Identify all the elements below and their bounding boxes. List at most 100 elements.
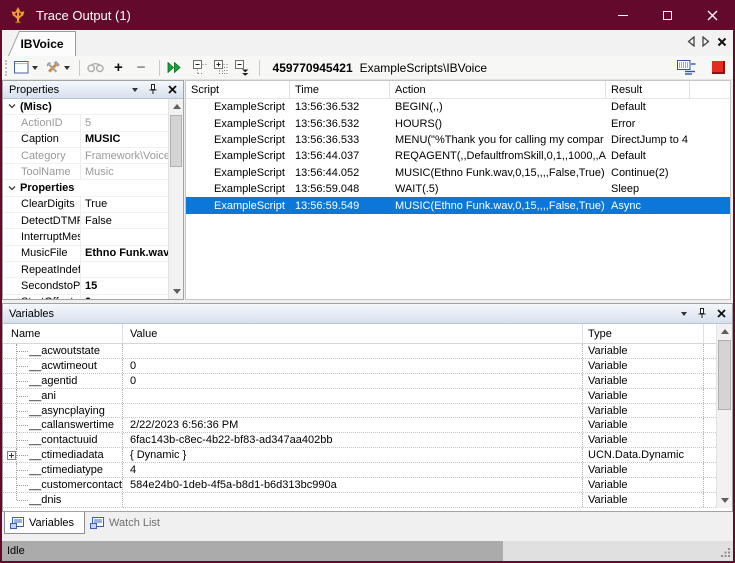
panel-menu-button[interactable] [132, 88, 138, 95]
column-header-script[interactable]: Script [186, 81, 290, 98]
close-button[interactable] [690, 0, 735, 30]
property-value[interactable]: 5 [80, 115, 168, 130]
column-header-result[interactable]: Result [606, 81, 690, 98]
properties-panel-header[interactable]: Properties [3, 81, 183, 99]
cell-result: Sleep [606, 181, 690, 197]
property-value[interactable]: 15 [80, 278, 168, 293]
property-name: RepeatIndefinitely [20, 262, 80, 277]
tab-scroll-right-button[interactable] [702, 36, 710, 47]
property-row[interactable]: ClearDigits True [3, 197, 168, 213]
property-row[interactable]: Caption MUSIC [3, 132, 168, 148]
tab-ibvoice[interactable]: IBVoice [9, 32, 75, 56]
property-row[interactable]: StartOffset 0 [3, 295, 168, 299]
property-value[interactable]: False [80, 213, 168, 228]
variable-row[interactable]: __acwoutstate Variable [3, 344, 716, 359]
property-row[interactable]: Category Framework\Voice [3, 148, 168, 164]
variable-row[interactable]: __ctimediatype 4 Variable [3, 463, 716, 478]
panel-menu-button[interactable] [681, 312, 687, 319]
expand-tree-button[interactable] [212, 58, 231, 78]
property-row[interactable]: ToolName Music [3, 164, 168, 180]
variable-row[interactable]: __agentid 0 Variable [3, 374, 716, 389]
tab-variables[interactable]: Variables [4, 512, 85, 534]
variable-row[interactable]: __ctimediadata { Dynamic } UCN.Data.Dyna… [3, 448, 716, 463]
column-header-time[interactable]: Time [290, 81, 390, 98]
property-value[interactable] [80, 262, 168, 277]
minimize-button[interactable] [600, 0, 645, 30]
expand-plus-icon[interactable] [7, 451, 16, 460]
property-row[interactable]: InterruptMessage [3, 229, 168, 245]
remove-button[interactable]: − [131, 58, 152, 78]
variable-row[interactable]: __dnis Variable [3, 493, 716, 508]
title-bar[interactable]: Trace Output (1) [0, 0, 735, 30]
column-header-type[interactable]: Type [583, 324, 704, 343]
tab-watch-list[interactable]: Watch List [85, 512, 170, 534]
trace-row[interactable]: ExampleScript 13:56:36.533 MENU("%Thank … [186, 132, 730, 148]
panel-close-button[interactable] [168, 85, 177, 94]
property-value[interactable]: Framework\Voice [80, 148, 168, 163]
resize-grip[interactable] [720, 547, 731, 558]
variable-row[interactable]: __asyncplaying Variable [3, 404, 716, 419]
pin-button[interactable] [149, 84, 157, 95]
resume-button[interactable] [165, 58, 183, 78]
maximize-button[interactable] [645, 0, 690, 30]
property-value[interactable]: 0 [80, 295, 168, 299]
trace-row[interactable]: ExampleScript 13:56:59.048 WAIT(.5) Slee… [186, 181, 730, 197]
property-value[interactable]: Music [80, 164, 168, 179]
stop-button[interactable] [712, 61, 725, 74]
collapse-tree-button[interactable] [191, 58, 210, 78]
scroll-up-button[interactable] [717, 324, 732, 339]
property-row[interactable]: SecondstoPlay 15 [3, 278, 168, 294]
properties-scrollbar [168, 99, 183, 299]
variable-row[interactable]: __customercontactid 584e24b0-1deb-4f5a-b… [3, 478, 716, 493]
toolbar-separator [159, 60, 160, 76]
property-value[interactable] [80, 229, 168, 244]
property-row[interactable]: RepeatIndefinitely [3, 262, 168, 278]
property-row[interactable]: DetectDTMF False [3, 213, 168, 229]
property-name: ToolName [20, 164, 80, 179]
tab-close-button[interactable] [717, 37, 727, 47]
property-value[interactable]: MUSIC [80, 132, 168, 147]
new-view-button[interactable] [12, 58, 40, 78]
cell-name: __asyncplaying [29, 404, 123, 418]
pin-button[interactable] [698, 308, 706, 319]
output-grid-button[interactable] [675, 58, 698, 78]
cell-type: Variable [583, 374, 704, 388]
cell-script: ExampleScript [186, 99, 290, 115]
scrollbar-thumb[interactable] [718, 340, 731, 410]
variable-row[interactable]: __ani Variable [3, 389, 716, 404]
scroll-down-button[interactable] [169, 284, 184, 299]
trace-rows: ExampleScript 13:56:36.532 BEGIN(,,) Def… [186, 99, 730, 299]
cell-action: MUSIC(Ethno Funk.wav,0,15,,,,False,True) [390, 165, 606, 181]
add-button[interactable]: + [108, 58, 129, 78]
column-header-name[interactable]: Name [3, 324, 123, 343]
variables-panel: Variables Name Value Type __acwoutstate … [2, 303, 733, 512]
tab-watch-list-label: Watch List [109, 517, 160, 529]
variable-row[interactable]: __acwtimeout 0 Variable [3, 359, 716, 374]
group-label: (Misc) [20, 101, 52, 113]
tools-button[interactable] [42, 58, 72, 78]
toolbar-grip[interactable] [5, 60, 8, 76]
variable-row[interactable]: __callanswertime 2/22/2023 6:56:36 PM Va… [3, 418, 716, 433]
trace-row-selected[interactable]: ExampleScript 13:56:59.549 MUSIC(Ethno F… [186, 197, 730, 213]
trace-row[interactable]: ExampleScript 13:56:36.532 HOURS() Error [186, 115, 730, 131]
property-group-misc[interactable]: (Misc) [3, 99, 168, 115]
column-header-action[interactable]: Action [390, 81, 606, 98]
scroll-up-button[interactable] [169, 99, 184, 114]
variables-panel-header[interactable]: Variables [3, 304, 732, 324]
property-row[interactable]: MusicFile Ethno Funk.wav [3, 246, 168, 262]
property-group-properties[interactable]: Properties [3, 180, 168, 196]
trace-row[interactable]: ExampleScript 13:56:44.037 REQAGENT(,,De… [186, 148, 730, 164]
find-button-disabled[interactable] [85, 58, 106, 78]
tab-scroll-left-button[interactable] [687, 36, 695, 47]
collapse-all-button[interactable] [233, 58, 252, 78]
property-value[interactable]: True [80, 197, 168, 212]
scrollbar-thumb[interactable] [170, 115, 182, 167]
trace-row[interactable]: ExampleScript 13:56:36.532 BEGIN(,,) Def… [186, 99, 730, 115]
scroll-down-button[interactable] [717, 493, 732, 508]
variable-row[interactable]: __contactuuid 6fac143b-c8ec-4b22-bf83-ad… [3, 433, 716, 448]
panel-close-button[interactable] [717, 309, 726, 318]
property-row[interactable]: ActionID 5 [3, 115, 168, 131]
column-header-value[interactable]: Value [123, 324, 583, 343]
property-value[interactable]: Ethno Funk.wav [80, 246, 168, 261]
trace-row[interactable]: ExampleScript 13:56:44.052 MUSIC(Ethno F… [186, 165, 730, 181]
